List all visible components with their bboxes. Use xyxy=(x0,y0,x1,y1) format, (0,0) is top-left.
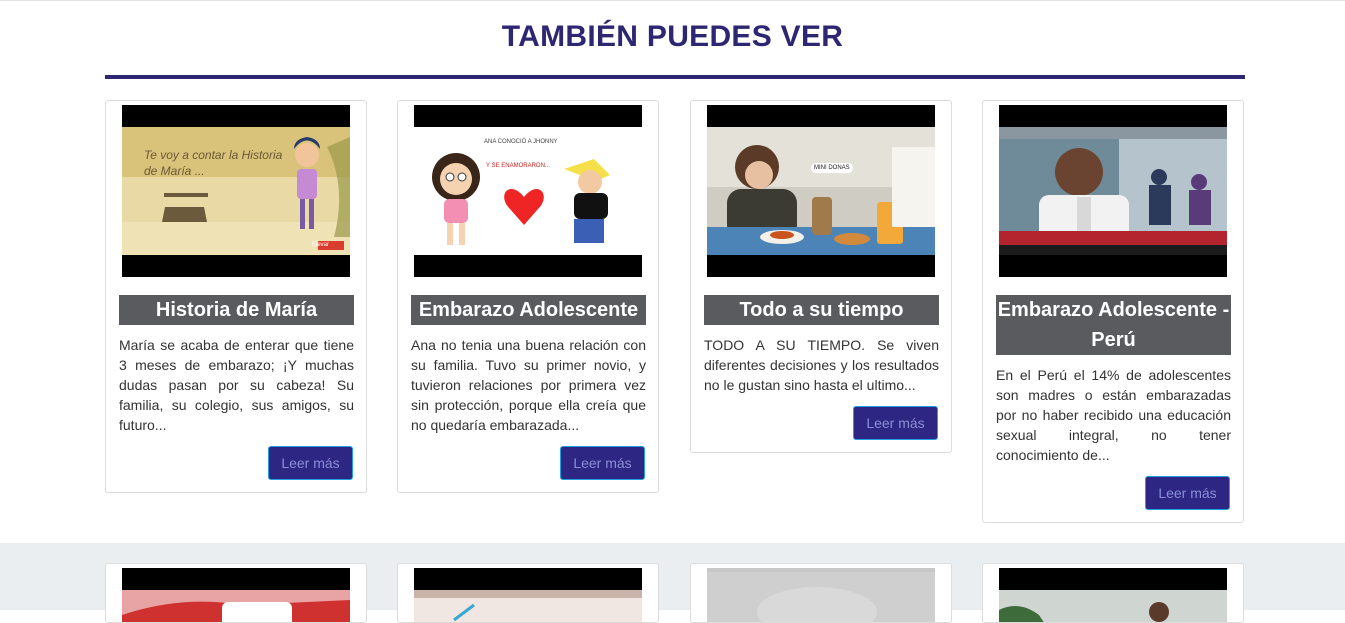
video-thumbnail[interactable] xyxy=(999,105,1227,277)
video-thumbnail[interactable] xyxy=(707,568,935,622)
card-title[interactable]: Historia de María xyxy=(119,295,354,325)
video-card: Te voy a contar la Historia de María ...… xyxy=(105,100,367,493)
video-thumbnail[interactable]: Te voy a contar la Historia de María ...… xyxy=(122,105,350,277)
breakfast-scene-image xyxy=(707,127,935,255)
thumbnail-caption-2: Y SE ENAMORARON... xyxy=(486,163,550,169)
title-underline xyxy=(105,75,1245,79)
video-thumbnail[interactable]: MINI DONAS xyxy=(707,105,935,277)
video-card: ANA CONOCIÓ A JHONNY Y SE ENAMORARON... … xyxy=(397,100,659,493)
video-card: MINI DONAS Todo a su tiempo TODO A SU TI… xyxy=(690,100,952,453)
thumbnail-image xyxy=(999,590,1227,622)
video-card xyxy=(690,563,952,623)
video-card xyxy=(982,563,1244,623)
read-more-button[interactable]: Leer más xyxy=(853,406,938,440)
card-description: TODO A SU TIEMPO. Se viven diferentes de… xyxy=(704,337,939,393)
top-divider xyxy=(0,0,1345,1)
video-thumbnail[interactable] xyxy=(122,568,350,622)
card-description: Ana no tenia una buena relación con su f… xyxy=(411,337,646,433)
video-card xyxy=(397,563,659,623)
thumbnail-image xyxy=(707,572,935,622)
video-card xyxy=(105,563,367,623)
news-interview-image xyxy=(999,127,1227,255)
card-title[interactable]: Embarazo Adolescente xyxy=(411,295,646,325)
thumbnail-image xyxy=(122,590,350,622)
video-thumbnail[interactable]: ANA CONOCIÓ A JHONNY Y SE ENAMORARON... xyxy=(414,105,642,277)
video-card: Embarazo Adolescente - Perú En el Perú e… xyxy=(982,100,1244,523)
card-description: María se acaba de enterar que tiene 3 me… xyxy=(119,337,354,433)
thumbnail-caption: ANA CONOCIÓ A JHONNY xyxy=(484,139,558,145)
video-thumbnail[interactable] xyxy=(414,568,642,622)
read-more-button[interactable]: Leer más xyxy=(268,446,353,480)
card-description: En el Perú el 14% de adolescentes son ma… xyxy=(996,367,1231,463)
read-more-button[interactable]: Leer más xyxy=(1145,476,1230,510)
thumbnail-logo: Elevar xyxy=(312,242,330,248)
thumbnail-image xyxy=(414,590,642,622)
card-title[interactable]: Todo a su tiempo xyxy=(704,295,939,325)
thumbnail-caption: Te voy a contar la Historia de María ... xyxy=(144,148,283,178)
read-more-button[interactable]: Leer más xyxy=(560,446,645,480)
thumbnail-caption: MINI DONAS xyxy=(811,163,853,173)
card-title[interactable]: Embarazo Adolescente - Perú xyxy=(996,295,1231,355)
video-thumbnail[interactable] xyxy=(999,568,1227,622)
cartoon-couple-image xyxy=(414,127,642,255)
section-title: TAMBIÉN PUEDES VER xyxy=(501,20,844,53)
